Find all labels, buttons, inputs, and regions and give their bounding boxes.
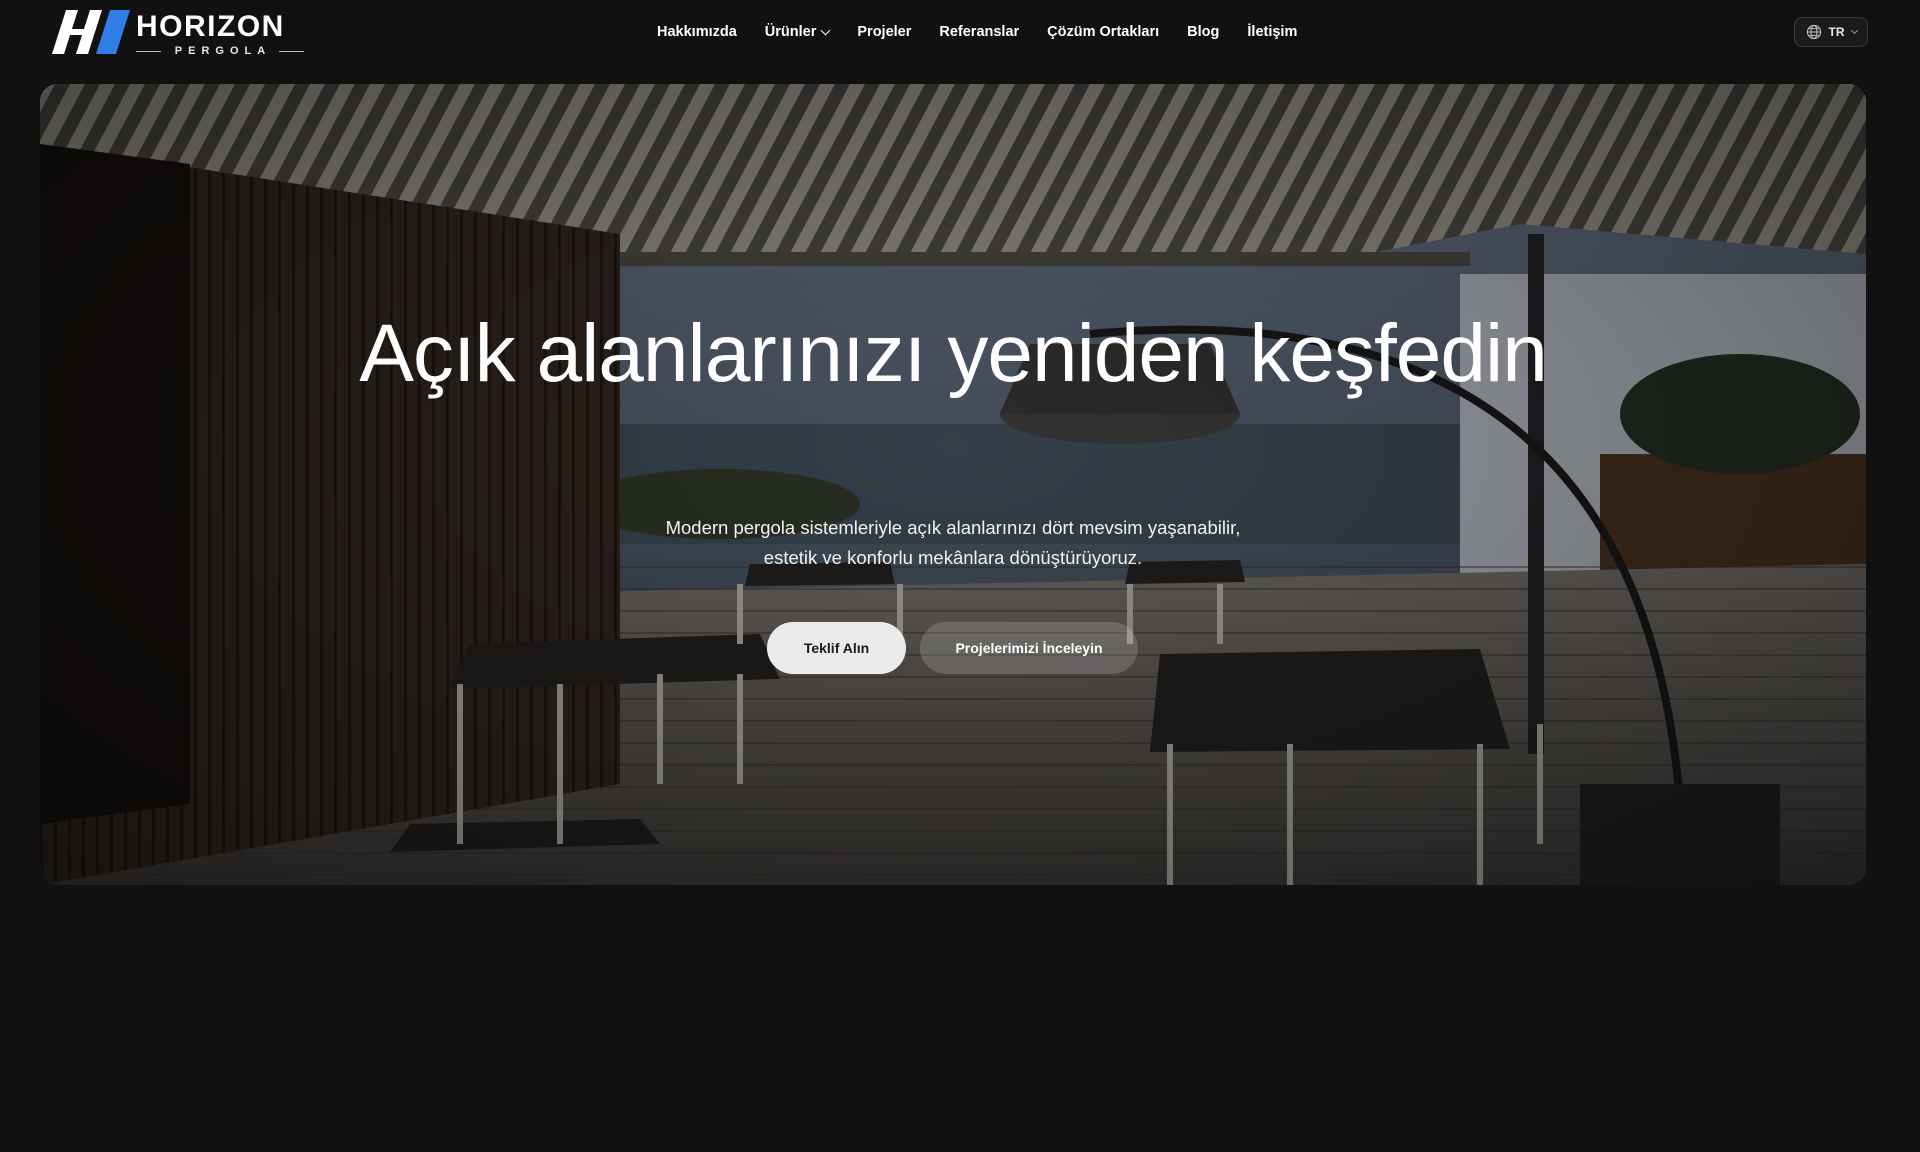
brand-tagline-row: PERGOLA xyxy=(136,45,304,57)
nav-item-iletisim[interactable]: İletişim xyxy=(1247,24,1297,40)
nav-item-urunler[interactable]: Ürünler xyxy=(764,24,831,40)
globe-icon xyxy=(1806,24,1821,40)
hero-section: Açık alanlarınızı yeniden keşfedin Moder… xyxy=(40,84,1866,885)
nav-item-cozum-ortaklari[interactable]: Çözüm Ortakları xyxy=(1047,24,1159,40)
nav-item-label: Referanslar xyxy=(939,24,1020,40)
nav-item-referanslar[interactable]: Referanslar xyxy=(939,24,1019,40)
nav-item-label: Hakkımızda xyxy=(657,24,737,40)
logo-mark-icon xyxy=(52,10,130,54)
nav-item-label: Çözüm Ortakları xyxy=(1047,24,1160,40)
view-projects-button[interactable]: Projelerimizi İnceleyin xyxy=(920,622,1138,674)
chevron-down-icon xyxy=(820,25,831,35)
nav-item-hakkimizda[interactable]: Hakkımızda xyxy=(657,24,737,40)
get-quote-button[interactable]: Teklif Alın xyxy=(767,622,906,674)
main-nav: Hakkımızda Ürünler Projeler Referanslar … xyxy=(657,22,1297,42)
language-code: TR xyxy=(1828,25,1845,39)
hero-subtitle-line-2: estetik ve konforlu mekânlara dönüştürüy… xyxy=(763,547,1143,568)
hero-title: Açık alanlarınızı yeniden keşfedin xyxy=(359,308,1548,399)
tagline-divider-left xyxy=(136,50,161,52)
nav-item-label: Ürünler xyxy=(764,24,817,40)
nav-item-projeler[interactable]: Projeler xyxy=(857,24,911,40)
nav-item-label: Blog xyxy=(1187,24,1220,40)
chevron-down-icon xyxy=(1850,26,1858,35)
nav-item-label: Projeler xyxy=(857,24,912,40)
brand-logo[interactable]: HORIZON PERGOLA xyxy=(52,10,304,57)
language-selector[interactable]: TR xyxy=(1794,17,1868,47)
site-header: HORIZON PERGOLA Hakkımızda Ürünler Proje… xyxy=(0,0,1920,66)
brand-tagline: PERGOLA xyxy=(174,44,272,57)
nav-item-label: İletişim xyxy=(1247,24,1298,40)
hero-overlay xyxy=(40,84,1866,885)
hero-subtitle: Modern pergola sistemleriyle açık alanla… xyxy=(453,513,1453,573)
brand-name: HORIZON xyxy=(136,10,285,43)
nav-item-blog[interactable]: Blog xyxy=(1187,24,1219,40)
hero-subtitle-line-1: Modern pergola sistemleriyle açık alanla… xyxy=(665,517,1241,538)
tagline-divider-right xyxy=(279,50,304,52)
